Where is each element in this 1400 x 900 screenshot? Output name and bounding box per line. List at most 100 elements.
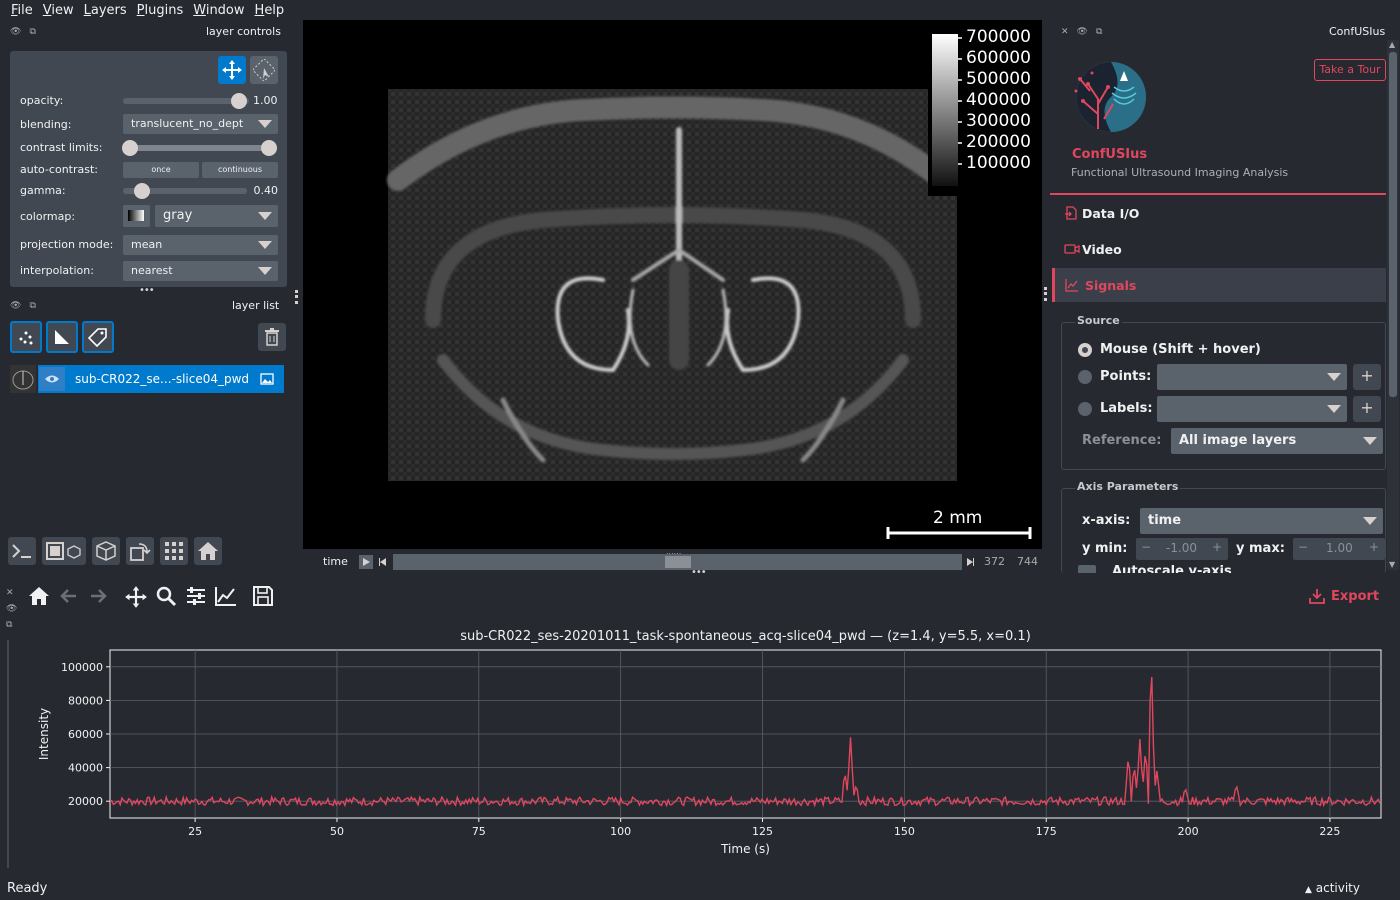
signal-plot[interactable]: sub-CR022_ses-20201011_task-spontaneous_… <box>30 625 1395 865</box>
plus-icon[interactable]: + <box>1212 540 1222 554</box>
hide-dock-icon[interactable]: 👁 <box>1077 27 1088 37</box>
nav-video[interactable]: Video <box>1052 232 1386 266</box>
ymax-spinbox[interactable]: − 1.00 + <box>1293 538 1385 560</box>
step-back-icon[interactable] <box>378 557 388 567</box>
projection-mode-select[interactable]: mean <box>123 235 278 255</box>
confusius-logo <box>1074 61 1147 133</box>
float-dock-icon[interactable]: ⧉ <box>29 27 35 37</box>
splitter-handle[interactable]: ••• <box>139 285 155 296</box>
menu-file[interactable]: File <box>11 3 33 18</box>
labels-radio[interactable] <box>1078 402 1092 416</box>
rotate-icon <box>130 543 151 561</box>
menu-help[interactable]: Help <box>255 3 285 18</box>
ymin-value[interactable]: -1.00 <box>1166 541 1202 555</box>
close-icon[interactable]: ✕ <box>1061 27 1069 37</box>
nav-data-io[interactable]: Data I/O <box>1052 196 1386 230</box>
contrast-max-handle[interactable] <box>261 140 277 156</box>
minus-icon[interactable]: − <box>1298 540 1308 554</box>
mouse-radio[interactable] <box>1078 343 1092 357</box>
autoscale-label[interactable]: Autoscale y-axis <box>1112 564 1232 573</box>
ymin-spinbox[interactable]: − -1.00 + <box>1136 538 1228 560</box>
transform-button[interactable] <box>250 56 278 84</box>
activity-button[interactable]: ▲ activity <box>1305 881 1360 895</box>
take-a-tour-button[interactable]: Take a Tour <box>1314 59 1386 81</box>
plus-icon[interactable]: + <box>1369 540 1379 554</box>
interpolation-select[interactable]: nearest <box>123 261 278 281</box>
plugin-dock-title: ConfUSIus <box>1329 25 1386 38</box>
sliders-icon[interactable] <box>185 585 207 607</box>
vertical-splitter-handle[interactable] <box>295 290 298 304</box>
viewer-canvas[interactable] <box>303 20 1042 549</box>
autoscale-checkbox[interactable] <box>1078 565 1096 573</box>
current-frame[interactable]: 372 <box>984 555 1005 568</box>
points-label[interactable]: Points: <box>1100 369 1151 384</box>
blending-select[interactable]: translucent_no_dept <box>123 114 278 134</box>
hide-dock-icon[interactable]: 👁 <box>10 27 21 37</box>
minus-icon[interactable]: − <box>1141 540 1151 554</box>
layer-name[interactable]: sub-CR022_se...-slice04_pwd <box>75 372 249 386</box>
auto-contrast-continuous-button[interactable]: continuous <box>202 162 278 178</box>
new-shapes-layer-button[interactable] <box>46 321 78 353</box>
home-button[interactable] <box>194 537 222 565</box>
menu-window[interactable]: Window <box>193 3 244 18</box>
labels-layer-select[interactable] <box>1157 396 1347 422</box>
close-icon[interactable]: ✕ <box>6 588 17 598</box>
back-arrow-icon[interactable] <box>58 585 80 607</box>
auto-contrast-once-button[interactable]: once <box>123 162 199 178</box>
dims-axis-label[interactable]: time <box>323 555 348 568</box>
new-labels-layer-button[interactable] <box>82 321 114 353</box>
reference-select[interactable]: All image layers <box>1171 428 1383 454</box>
pan-zoom-button[interactable] <box>218 56 246 84</box>
colormap-preview[interactable] <box>123 205 150 227</box>
export-button[interactable]: Export <box>1308 587 1379 605</box>
bottom-splitter-handle[interactable]: ••• <box>691 567 707 578</box>
console-button[interactable] <box>8 537 36 565</box>
right-splitter-handle[interactable] <box>1044 287 1047 301</box>
float-dock-icon[interactable]: ⧉ <box>6 620 17 630</box>
add-labels-layer-button[interactable]: + <box>1353 396 1381 422</box>
roll-dims-button[interactable] <box>92 537 120 565</box>
home-icon[interactable] <box>28 585 50 607</box>
float-dock-icon[interactable]: ⧉ <box>1096 27 1102 37</box>
contrast-limits-slider[interactable] <box>130 145 270 151</box>
pan-icon[interactable] <box>124 585 148 609</box>
menu-layers[interactable]: Layers <box>84 3 127 18</box>
ymax-value[interactable]: 1.00 <box>1326 541 1353 555</box>
scrollbar-thumb[interactable] <box>1389 52 1397 397</box>
contrast-min-handle[interactable] <box>122 140 138 156</box>
step-forward-icon[interactable] <box>965 557 975 567</box>
grid-view-button[interactable] <box>160 537 188 565</box>
menu-view[interactable]: View <box>43 3 74 18</box>
points-radio[interactable] <box>1078 370 1092 384</box>
hide-dock-icon[interactable]: 👁 <box>10 301 21 311</box>
scroll-up-icon[interactable]: ▲ <box>1389 40 1395 49</box>
new-points-layer-button[interactable] <box>10 321 42 353</box>
colormap-select[interactable]: gray <box>155 205 278 227</box>
hide-dock-icon[interactable]: 👁 <box>6 604 17 614</box>
points-layer-select[interactable] <box>1157 364 1347 390</box>
menu-plugins[interactable]: Plugins <box>137 3 184 18</box>
add-points-layer-button[interactable]: + <box>1353 364 1381 390</box>
opacity-handle[interactable] <box>231 93 247 109</box>
xaxis-select[interactable]: time <box>1140 508 1383 534</box>
ndisplay-button[interactable] <box>42 537 86 565</box>
scroll-down-icon[interactable]: ▼ <box>1389 560 1395 569</box>
nav-signals[interactable]: Signals <box>1052 268 1386 302</box>
layer-item[interactable]: sub-CR022_se...-slice04_pwd <box>38 365 284 393</box>
zoom-icon[interactable] <box>155 585 177 607</box>
delete-layer-button[interactable] <box>258 323 286 351</box>
time-slider-track[interactable] <box>393 554 962 570</box>
visibility-toggle[interactable] <box>39 367 65 391</box>
forward-arrow-icon[interactable] <box>87 585 109 607</box>
plugin-scrollbar[interactable]: ▲ ▼ <box>1387 40 1399 570</box>
save-icon[interactable] <box>252 585 274 607</box>
gamma-handle[interactable] <box>134 183 150 199</box>
mouse-label[interactable]: Mouse (Shift + hover) <box>1100 342 1261 357</box>
play-button[interactable] <box>359 555 373 569</box>
projection-mode-label: projection mode: <box>20 238 114 251</box>
time-slider-handle[interactable] <box>664 556 691 568</box>
transpose-button[interactable] <box>126 537 154 565</box>
float-dock-icon[interactable]: ⧉ <box>29 301 35 311</box>
labels-label[interactable]: Labels: <box>1100 401 1153 416</box>
edit-axis-icon[interactable] <box>214 585 238 607</box>
